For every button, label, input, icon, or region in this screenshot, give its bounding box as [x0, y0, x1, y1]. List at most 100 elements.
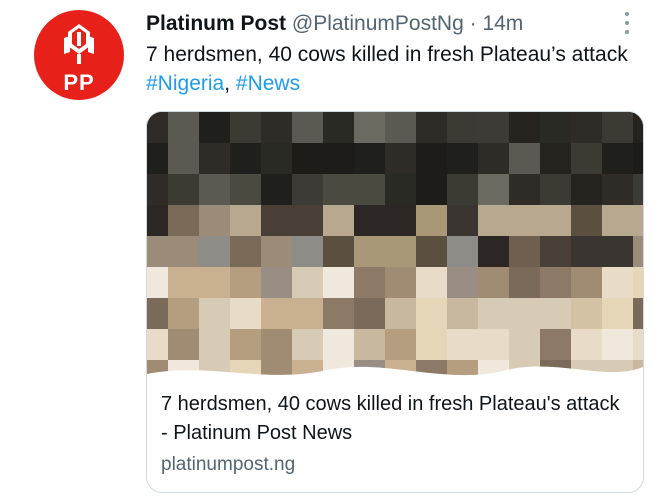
pixel-block [447, 298, 478, 329]
pixel-block [416, 298, 447, 329]
pixel-block [292, 112, 323, 143]
card-image[interactable] [147, 112, 643, 390]
pixel-block [540, 174, 571, 205]
pixel-block [509, 236, 540, 267]
pixel-block [633, 267, 643, 298]
pixel-block [323, 298, 354, 329]
pixel-block [447, 267, 478, 298]
pixel-block [199, 236, 230, 267]
pixel-block [261, 205, 292, 236]
pixel-block [147, 143, 168, 174]
pixel-block [602, 112, 633, 143]
pixel-block [323, 236, 354, 267]
tweet-time[interactable]: 14m [482, 12, 523, 35]
pixel-block [354, 174, 385, 205]
pixel-block [261, 143, 292, 174]
pixel-block [602, 267, 633, 298]
pixel-block [416, 267, 447, 298]
pixel-block [261, 112, 292, 143]
author-handle[interactable]: @PlatinumPostNg [292, 12, 464, 35]
pixel-block [292, 205, 323, 236]
pixel-block [354, 112, 385, 143]
pixel-block [509, 112, 540, 143]
pixel-block [478, 143, 509, 174]
pixel-block [602, 236, 633, 267]
pixel-block [385, 174, 416, 205]
pixel-block [633, 236, 643, 267]
pixel-block [571, 205, 602, 236]
tweet-text: 7 herdsmen, 40 cows killed in fresh Plat… [146, 40, 646, 98]
author-name[interactable]: Platinum Post [146, 12, 286, 35]
pixel-block [168, 329, 199, 360]
pixel-block [602, 205, 633, 236]
pixel-block [602, 143, 633, 174]
tweet-header: Platinum Post @PlatinumPostNg · 14m [146, 10, 523, 38]
pixel-block [447, 112, 478, 143]
pixel-block [261, 267, 292, 298]
pixel-block [416, 205, 447, 236]
pixel-block [633, 143, 643, 174]
pixel-block [385, 236, 416, 267]
pixel-block [509, 174, 540, 205]
link-card[interactable]: 7 herdsmen, 40 cows killed in fresh Plat… [146, 111, 644, 493]
pixel-block [199, 143, 230, 174]
pixel-block [478, 298, 509, 329]
pixel-block [540, 236, 571, 267]
pixel-block [571, 298, 602, 329]
pixel-block [230, 298, 261, 329]
pixel-block [602, 329, 633, 360]
pixel-block [199, 174, 230, 205]
pixel-block [230, 236, 261, 267]
pixel-block [168, 267, 199, 298]
more-options-icon[interactable] [622, 12, 632, 38]
pixel-block [230, 329, 261, 360]
avatar[interactable]: PP [34, 10, 124, 100]
pixel-block [168, 174, 199, 205]
pixel-block [323, 174, 354, 205]
pixel-block [230, 112, 261, 143]
pixel-block [416, 329, 447, 360]
tweet-text-body: 7 herdsmen, 40 cows killed in fresh Plat… [146, 43, 628, 66]
pixel-block [416, 112, 447, 143]
card-body: 7 herdsmen, 40 cows killed in fresh Plat… [147, 388, 643, 478]
pixel-block [509, 205, 540, 236]
pixel-block [230, 267, 261, 298]
pixel-block [447, 236, 478, 267]
tweet-text-comma: , [224, 72, 236, 95]
pixel-block [416, 236, 447, 267]
pixel-block [323, 267, 354, 298]
pixel-block [571, 174, 602, 205]
pixel-block [478, 267, 509, 298]
pixel-block [354, 298, 385, 329]
pixel-block [147, 236, 168, 267]
pixel-block [602, 298, 633, 329]
pixel-block [385, 112, 416, 143]
separator: · [469, 12, 477, 35]
avatar-logo-text: PP [63, 70, 95, 95]
pixel-block [478, 112, 509, 143]
pixel-block [168, 143, 199, 174]
pixel-block [147, 329, 168, 360]
pixel-block [478, 329, 509, 360]
pixel-block [385, 298, 416, 329]
pixel-block [261, 298, 292, 329]
pixel-block [540, 205, 571, 236]
pixel-block [385, 143, 416, 174]
pixel-block [354, 329, 385, 360]
pixel-block [478, 174, 509, 205]
pixel-block [540, 143, 571, 174]
pixel-block [509, 298, 540, 329]
pixel-block [478, 236, 509, 267]
hashtag-nigeria[interactable]: #Nigeria [146, 72, 224, 95]
pixel-block [261, 236, 292, 267]
pixel-block [199, 267, 230, 298]
pixel-block [354, 267, 385, 298]
pixel-block [323, 112, 354, 143]
pixel-block [147, 205, 168, 236]
pixel-block [199, 298, 230, 329]
hashtag-news[interactable]: #News [236, 72, 300, 95]
pixel-block [147, 174, 168, 205]
pixel-block [292, 236, 323, 267]
pixel-block [230, 174, 261, 205]
pixel-block [168, 112, 199, 143]
